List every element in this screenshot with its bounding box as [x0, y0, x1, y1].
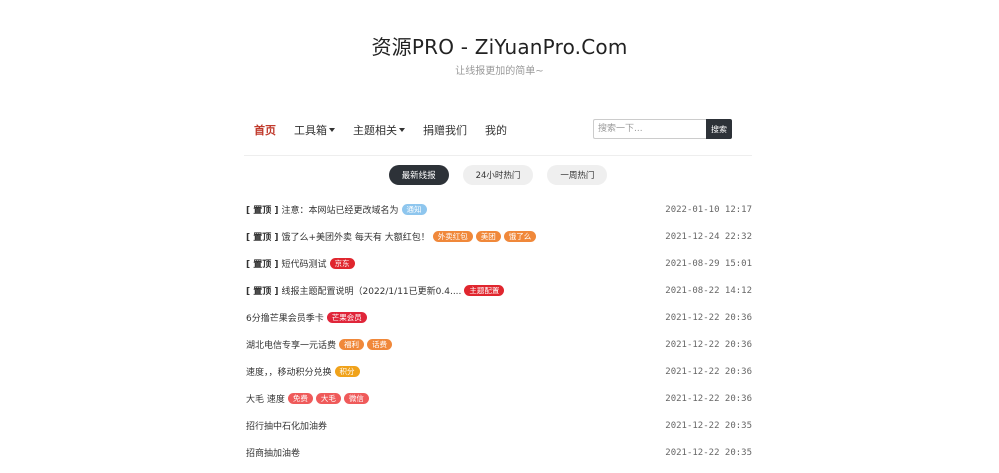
post-date: 2021-12-22 20:36 [665, 339, 752, 350]
post-title[interactable]: 6分撸芒果会员季卡 [246, 311, 324, 324]
post-date: 2021-12-22 20:36 [665, 366, 752, 377]
list-item[interactable]: 招商抽加油卷 2021-12-22 20:35 [244, 439, 752, 466]
nav-item-label: 主题相关 [353, 124, 397, 137]
post-date: 2021-12-22 20:35 [665, 420, 752, 431]
post-date: 2021-12-22 20:35 [665, 447, 752, 458]
post-tag[interactable]: 主题配置 [464, 285, 505, 296]
main-nav: 首页 工具箱 主题相关 捐赠我们 我的 搜索 [244, 118, 752, 142]
post-title[interactable]: 饿了么+美团外卖 每天有 大额红包！ [282, 230, 430, 243]
post-tag[interactable]: 饿了么 [503, 231, 537, 242]
post-title[interactable]: 速度，，移动积分兑换 [246, 365, 332, 378]
post-title[interactable]: 大毛 速度 [246, 392, 285, 405]
tab-bar: 最新线报 24小时热门 一周热门 [244, 165, 752, 185]
post-date: 2021-12-22 20:36 [665, 312, 752, 323]
post-title[interactable]: 短代码测试 [282, 257, 327, 270]
nav-item-label: 捐赠我们 [423, 124, 467, 137]
post-tag[interactable]: 积分 [334, 366, 360, 377]
list-item[interactable]: 湖北电信专享一元话费 福利 话费 2021-12-22 20:36 [244, 331, 752, 358]
post-title-group: [ 置顶 ] 注意：本网站已经更改域名为 通知 [246, 203, 427, 216]
post-title-group: [ 置顶 ] 饿了么+美团外卖 每天有 大额红包！ 外卖红包 美团 饿了么 [246, 230, 537, 243]
nav-item-label: 首页 [254, 124, 276, 137]
post-title-group: 6分撸芒果会员季卡 芒果会员 [246, 311, 367, 324]
site-subtitle: 让线报更加的简单~ [455, 66, 544, 77]
nav-item-home[interactable]: 首页 [254, 122, 276, 138]
nav-item-theme[interactable]: 主题相关 [353, 122, 405, 138]
post-title[interactable]: 注意：本网站已经更改域名为 [282, 203, 399, 216]
post-date: 2021-12-22 20:36 [665, 393, 752, 404]
tab-24h-hot[interactable]: 24小时热门 [462, 165, 534, 185]
post-title-group: [ 置顶 ] 线报主题配置说明（2022/1/11已更新0.4.... 主题配置 [246, 284, 505, 297]
post-date: 2022-01-10 12:17 [665, 204, 752, 215]
post-tag[interactable]: 话费 [367, 339, 393, 350]
post-title-group: 速度，，移动积分兑换 积分 [246, 365, 360, 378]
list-item[interactable]: [ 置顶 ] 线报主题配置说明（2022/1/11已更新0.4.... 主题配置 20… [244, 277, 752, 304]
tab-latest[interactable]: 最新线报 [388, 165, 449, 185]
post-title[interactable]: 招行抽中石化加油券 [246, 419, 327, 432]
post-title-group: 湖北电信专享一元话费 福利 话费 [246, 338, 393, 351]
search-input[interactable] [593, 119, 706, 139]
nav-item-donate[interactable]: 捐赠我们 [423, 122, 467, 138]
post-tag[interactable]: 京东 [329, 258, 355, 269]
post-list: [ 置顶 ] 注意：本网站已经更改域名为 通知 2022-01-10 12:17[ 置… [244, 196, 752, 466]
post-tag[interactable]: 福利 [339, 339, 365, 350]
search-button[interactable]: 搜索 [706, 119, 732, 139]
list-item[interactable]: 6分撸芒果会员季卡 芒果会员 2021-12-22 20:36 [244, 304, 752, 331]
post-title[interactable]: 招商抽加油卷 [246, 446, 300, 459]
list-item[interactable]: 大毛 速度 免费 大毛 微信 2021-12-22 20:36 [244, 385, 752, 412]
list-item[interactable]: [ 置顶 ] 注意：本网站已经更改域名为 通知 2022-01-10 12:17 [244, 196, 752, 223]
pinned-label: [ 置顶 ] [246, 233, 279, 243]
nav-item-mine[interactable]: 我的 [485, 122, 507, 138]
caret-down-icon [329, 128, 335, 132]
post-title-group: 招行抽中石化加油券 [246, 419, 327, 432]
nav-item-label: 工具箱 [294, 124, 327, 137]
site-title[interactable]: 资源PRO - ZiYuanPro.Com [0, 33, 999, 61]
pinned-label: [ 置顶 ] [246, 260, 279, 270]
nav-item-label: 我的 [485, 124, 507, 137]
tab-week-hot[interactable]: 一周热门 [547, 165, 608, 185]
caret-down-icon [399, 128, 405, 132]
post-date: 2021-12-24 22:32 [665, 231, 752, 242]
post-title[interactable]: 湖北电信专享一元话费 [246, 338, 336, 351]
post-title[interactable]: 线报主题配置说明（2022/1/11已更新0.4.... [282, 284, 462, 297]
post-date: 2021-08-22 14:12 [665, 285, 752, 296]
nav-divider [244, 155, 752, 156]
post-tag[interactable]: 免费 [287, 393, 313, 404]
list-item[interactable]: [ 置顶 ] 饿了么+美团外卖 每天有 大额红包！ 外卖红包 美团 饿了么 2021-12… [244, 223, 752, 250]
search-box: 搜索 [593, 119, 732, 139]
nav-item-toolbox[interactable]: 工具箱 [294, 122, 335, 138]
pinned-label: [ 置顶 ] [246, 206, 279, 216]
post-title-group: 大毛 速度 免费 大毛 微信 [246, 392, 369, 405]
list-item[interactable]: 速度，，移动积分兑换 积分 2021-12-22 20:36 [244, 358, 752, 385]
post-tag[interactable]: 外卖红包 [432, 231, 473, 242]
list-item[interactable]: [ 置顶 ] 短代码测试 京东 2021-08-29 15:01 [244, 250, 752, 277]
post-title-group: [ 置顶 ] 短代码测试 京东 [246, 257, 355, 270]
post-title-group: 招商抽加油卷 [246, 446, 300, 459]
pinned-label: [ 置顶 ] [246, 287, 279, 297]
post-tag[interactable]: 微信 [343, 393, 369, 404]
site-header: 资源PRO - ZiYuanPro.Com 让线报更加的简单~ [0, 0, 999, 79]
list-item[interactable]: 招行抽中石化加油券 2021-12-22 20:35 [244, 412, 752, 439]
post-date: 2021-08-29 15:01 [665, 258, 752, 269]
post-tag[interactable]: 美团 [475, 231, 501, 242]
post-tag[interactable]: 芒果会员 [326, 312, 367, 323]
post-tag[interactable]: 通知 [401, 204, 427, 215]
post-tag[interactable]: 大毛 [315, 393, 341, 404]
